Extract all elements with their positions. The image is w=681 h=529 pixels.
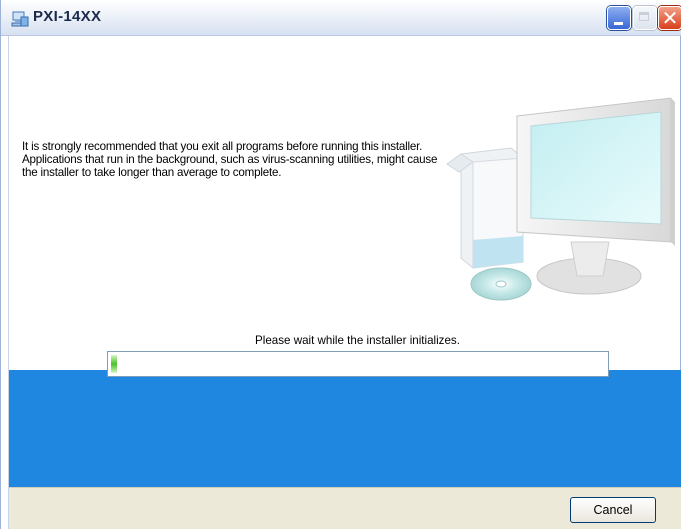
recommendation-text: It is strongly recommended that you exit…: [22, 140, 438, 179]
computer-illustration: [446, 97, 675, 301]
close-button[interactable]: ✕: [658, 6, 681, 30]
status-text: Please wait while the installer initiali…: [1, 334, 681, 347]
maximize-button[interactable]: [633, 6, 657, 30]
blue-band: [9, 370, 681, 487]
window-title: PXI-14XX: [33, 8, 102, 25]
cancel-button[interactable]: Cancel: [570, 497, 656, 523]
progress-fill: [111, 355, 117, 373]
installer-window: PXI-14XX ✕ It is strongly recommended th…: [0, 0, 681, 529]
close-icon: ✕: [661, 6, 679, 30]
progress-bar: [107, 351, 609, 377]
minimize-button[interactable]: [607, 6, 631, 30]
status-label: Please wait while the installer initiali…: [255, 334, 460, 347]
installer-icon: [11, 11, 29, 27]
window-border: [1, 36, 9, 529]
title-bar[interactable]: PXI-14XX ✕: [1, 0, 681, 36]
